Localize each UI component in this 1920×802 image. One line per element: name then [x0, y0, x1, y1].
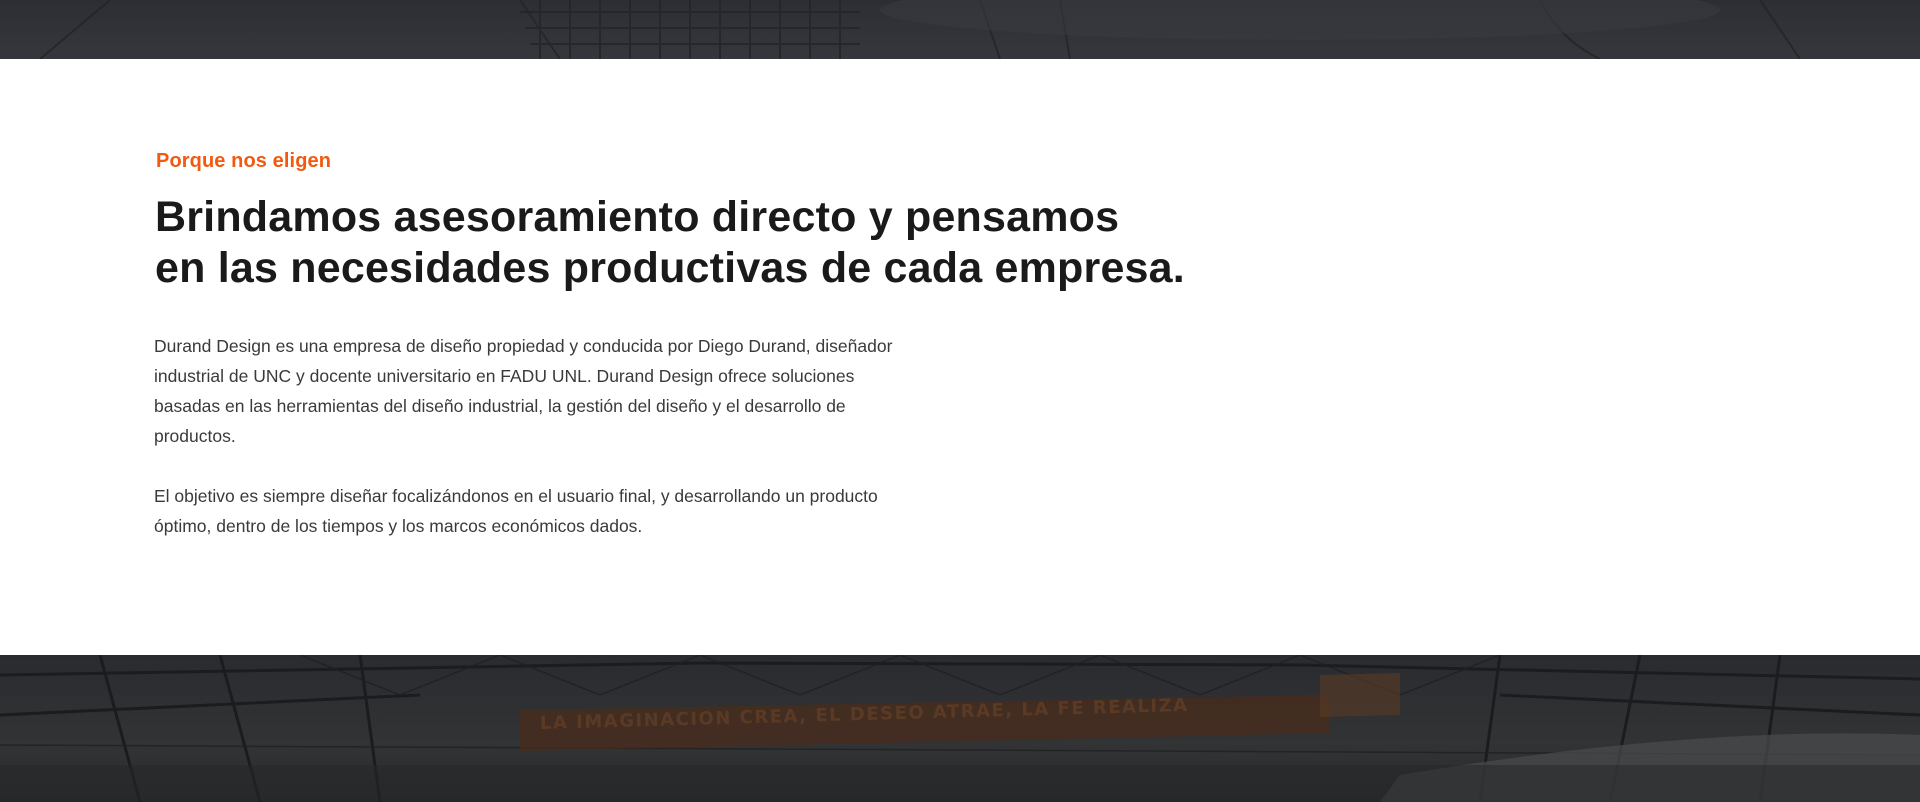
warehouse-structure-image: [0, 655, 1920, 802]
why-choose-us-section: Porque nos eligen Brindamos asesoramient…: [0, 59, 1920, 655]
section-body: Durand Design es una empresa de diseño p…: [154, 331, 894, 571]
paragraph-1: Durand Design es una empresa de diseño p…: [154, 336, 893, 446]
warehouse-image: LA IMAGINACION CREA, EL DESEO ATRAE, LA …: [0, 655, 1920, 802]
section-eyebrow: Porque nos eligen: [156, 150, 332, 172]
headline-line-1: Brindamos asesoramiento directo y pensam…: [155, 193, 1120, 241]
section-headline: Brindamos asesoramiento directo y pensam…: [155, 192, 1255, 294]
chair-wireframe-image: [39, 0, 1801, 59]
headline-line-2: en las necesidades productivas de cada e…: [155, 244, 1185, 292]
paragraph-2: El objetivo es siempre diseñar focalizán…: [154, 486, 878, 536]
hero-image-bottom-edge: [0, 0, 1920, 59]
